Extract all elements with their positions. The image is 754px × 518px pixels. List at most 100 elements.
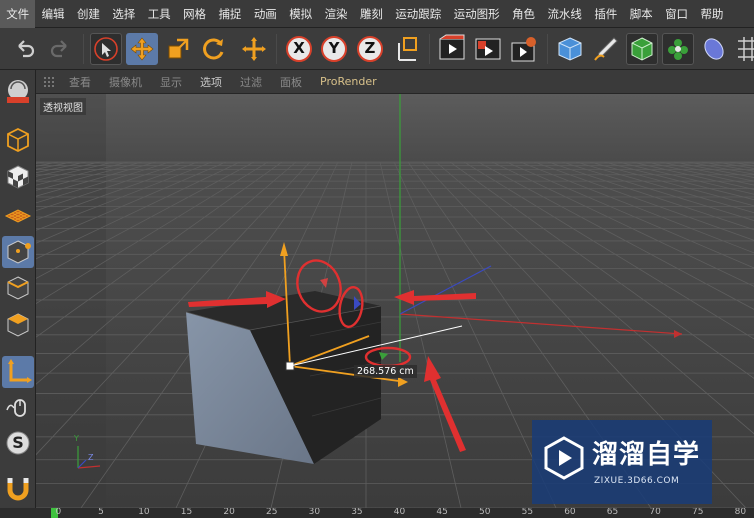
- cube-object[interactable]: [185, 291, 382, 464]
- axis-mode-icon: [8, 359, 32, 383]
- menu-simulate[interactable]: 模拟: [283, 0, 318, 28]
- array-icon: [668, 39, 688, 60]
- pen-tool-button[interactable]: [590, 33, 622, 65]
- menu-mograph[interactable]: 运动图形: [448, 0, 506, 28]
- menu-create[interactable]: 创建: [71, 0, 106, 28]
- x-axis-lock-button[interactable]: X: [283, 33, 315, 65]
- coordinate-system-icon: [398, 37, 417, 61]
- edge-mode-button[interactable]: [2, 272, 34, 304]
- menu-select[interactable]: 选择: [106, 0, 141, 28]
- menu-sculpt[interactable]: 雕刻: [354, 0, 389, 28]
- timeline-tick-label: 55: [521, 508, 534, 517]
- redo-button[interactable]: [44, 33, 76, 65]
- viewport-menu-panel[interactable]: 面板: [271, 74, 311, 90]
- render-picture-viewer-button[interactable]: [472, 33, 504, 65]
- viewport-menu-camera[interactable]: 摄像机: [100, 74, 151, 90]
- perspective-viewport[interactable]: 透视视图 268.576 cm Y Z 溜溜自学 ZIXUE.3D66.COM: [36, 94, 754, 508]
- menu-help[interactable]: 帮助: [694, 0, 729, 28]
- texture-mode-icon: [7, 165, 29, 189]
- cube-icon: [558, 37, 582, 61]
- timeline-tick-label: 60: [564, 508, 576, 517]
- menu-window[interactable]: 窗口: [659, 0, 694, 28]
- object-mode-button[interactable]: [2, 76, 34, 108]
- point-mode-button[interactable]: [2, 236, 34, 268]
- timeline-tick-label: 10: [138, 508, 150, 517]
- move-tool-button[interactable]: [126, 33, 158, 65]
- axis-mode-button[interactable]: [2, 356, 34, 388]
- undo-icon: [18, 40, 35, 58]
- timeline-tick-label: 15: [180, 508, 193, 517]
- cube-object-button[interactable]: [554, 33, 586, 65]
- snap-button[interactable]: S: [2, 427, 34, 459]
- main-toolbar: X Y Z: [0, 28, 754, 70]
- polygon-mode-button[interactable]: [2, 309, 34, 341]
- x-axis-label: X: [293, 39, 305, 57]
- measure-readout: 268.576 cm: [354, 365, 417, 378]
- menu-tools[interactable]: 工具: [142, 0, 177, 28]
- last-tool-button[interactable]: [238, 33, 270, 65]
- workplane-button[interactable]: [2, 198, 34, 230]
- render-picture-viewer-icon: [475, 38, 501, 60]
- menu-mesh[interactable]: 网格: [177, 0, 212, 28]
- texture-mode-button[interactable]: [2, 161, 34, 193]
- pen-icon: [594, 37, 618, 61]
- menu-motion-tracking[interactable]: 运动跟踪: [389, 0, 447, 28]
- move-icon: [130, 37, 154, 61]
- edge-mode-icon: [7, 276, 29, 300]
- timeline-tick-label: 70: [649, 508, 661, 517]
- menu-script[interactable]: 脚本: [624, 0, 659, 28]
- menu-animate[interactable]: 动画: [248, 0, 283, 28]
- timeline-tick-label: 80: [734, 508, 747, 517]
- timeline-tick-label: 35: [351, 508, 363, 517]
- sky-background: [36, 94, 754, 164]
- y-axis-label: Y: [328, 39, 340, 57]
- menu-character[interactable]: 角色: [506, 0, 541, 28]
- z-axis-label: Z: [364, 39, 376, 57]
- viewport-menu-prorender[interactable]: ProRender: [311, 75, 386, 88]
- timeline-tick-label: 5: [98, 508, 104, 517]
- render-view-button[interactable]: [436, 33, 468, 65]
- menu-edit[interactable]: 编辑: [35, 0, 70, 28]
- point-mode-icon: [7, 240, 31, 264]
- snap-label: S: [12, 433, 24, 452]
- timeline-tick-label: 20: [223, 508, 235, 517]
- workplane-icon: [4, 209, 32, 223]
- grip-handle[interactable]: [36, 70, 60, 94]
- render-settings-button[interactable]: [508, 33, 540, 65]
- menu-render[interactable]: 渲染: [318, 0, 353, 28]
- timeline-ruler[interactable]: 0 5 10 15 20 25 30 35 40 45 50 55 60 65 70 75 80: [0, 508, 754, 518]
- array-button[interactable]: [662, 33, 694, 65]
- coordinate-system-button[interactable]: [392, 33, 424, 65]
- menu-plugins[interactable]: 插件: [588, 0, 623, 28]
- rotate-icon: [203, 38, 224, 60]
- y-axis-lock-button[interactable]: Y: [318, 33, 350, 65]
- timeline-tick-label: 0: [55, 508, 62, 517]
- undo-button[interactable]: [9, 33, 41, 65]
- tweak-mode-button[interactable]: [2, 392, 34, 424]
- watermark: 溜溜自学 ZIXUE.3D66.COM: [532, 420, 712, 504]
- rotate-tool-button[interactable]: [198, 33, 230, 65]
- floor-button[interactable]: [732, 33, 754, 65]
- render-view-icon: [439, 34, 465, 60]
- menu-snap[interactable]: 捕捉: [212, 0, 247, 28]
- select-tool-button[interactable]: [90, 33, 122, 65]
- scale-tool-button[interactable]: [162, 33, 194, 65]
- viewport-menu-display[interactable]: 显示: [151, 74, 191, 90]
- scale-icon: [168, 38, 189, 59]
- timeline-tick-label: 45: [436, 508, 448, 517]
- magnet-button[interactable]: [2, 472, 34, 504]
- menu-pipeline[interactable]: 流水线: [541, 0, 588, 28]
- z-axis-lock-button[interactable]: Z: [354, 33, 386, 65]
- deformer-button[interactable]: [698, 33, 730, 65]
- viewport-menu-options[interactable]: 选项: [191, 74, 231, 90]
- timeline-tick-label: 75: [692, 508, 704, 517]
- viewport-menu-filter[interactable]: 过滤: [231, 74, 271, 90]
- subdivision-surface-button[interactable]: [626, 33, 658, 65]
- viewport-menu-view[interactable]: 查看: [60, 74, 100, 90]
- menu-file[interactable]: 文件: [0, 0, 36, 28]
- timeline-tick-label: 25: [266, 508, 278, 517]
- watermark-url: ZIXUE.3D66.COM: [594, 476, 680, 486]
- model-mode-button[interactable]: [2, 124, 34, 156]
- watermark-title: 溜溜自学: [592, 440, 701, 470]
- tweak-icon: [6, 399, 26, 417]
